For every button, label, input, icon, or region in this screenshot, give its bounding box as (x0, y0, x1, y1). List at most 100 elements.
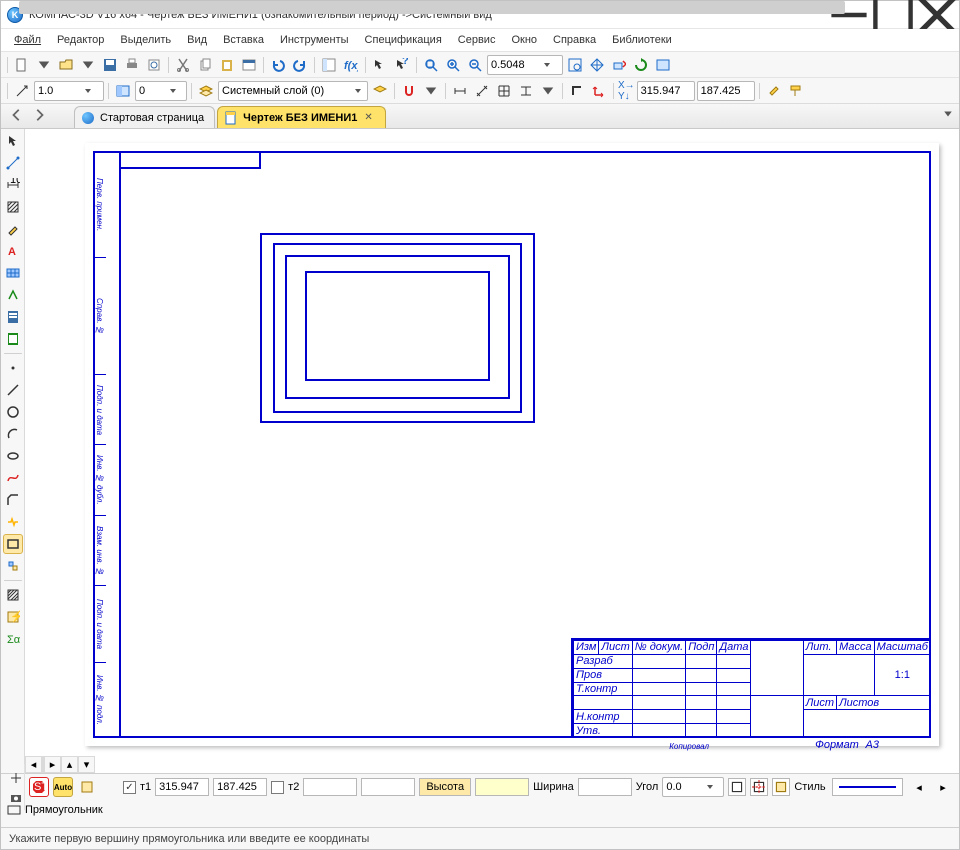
layer-combo[interactable]: Системный слой (0) (218, 81, 368, 101)
text-tool[interactable]: A (3, 241, 23, 261)
redraw-button[interactable] (631, 55, 651, 75)
print-button[interactable] (122, 55, 142, 75)
param-tool[interactable]: Σα (3, 629, 23, 649)
drawing-canvas[interactable]: Перв. примен. Справ. № Подп. и дата Инв.… (25, 129, 959, 756)
t2-y-input[interactable] (361, 778, 415, 796)
stop-button[interactable]: STOP (29, 777, 49, 797)
coord-x-field[interactable] (637, 81, 695, 101)
coords-dropdown[interactable] (538, 81, 558, 101)
redo-button[interactable] (290, 55, 310, 75)
help-context-button[interactable]: ? (392, 55, 412, 75)
tab-drawing[interactable]: Чертеж БЕЗ ИМЕНИ1 ✕ (217, 106, 386, 128)
paste-button[interactable] (217, 55, 237, 75)
copy-button[interactable] (195, 55, 215, 75)
display-mode-button[interactable] (653, 55, 673, 75)
new-button[interactable] (12, 55, 32, 75)
horizontal-scrollbar[interactable]: ◂ ▸ ▴ ▾ (25, 756, 959, 773)
menu-window[interactable]: Окно (504, 32, 544, 48)
style-combo[interactable] (832, 778, 903, 796)
arrow-tool[interactable] (370, 55, 390, 75)
zoom-in-button[interactable] (443, 55, 463, 75)
menu-tools[interactable]: Инструменты (273, 32, 356, 48)
scroll-left-button[interactable]: ◂ (25, 756, 42, 773)
width-input[interactable] (578, 778, 632, 796)
table-tool[interactable] (3, 263, 23, 283)
chevron-down-icon[interactable] (167, 87, 179, 95)
t2-check[interactable] (271, 781, 284, 794)
open-button[interactable] (56, 55, 76, 75)
dim-align-button[interactable] (472, 81, 492, 101)
cut-button[interactable] (173, 55, 193, 75)
coords-sys-button[interactable] (589, 81, 609, 101)
rough-tool[interactable] (3, 285, 23, 305)
t1-check[interactable] (123, 781, 136, 794)
menu-spec[interactable]: Спецификация (358, 32, 449, 48)
ellipse-tool[interactable] (3, 446, 23, 466)
angle-combo[interactable] (662, 777, 724, 797)
auto-button[interactable]: Auto (53, 777, 73, 797)
sketch-geom-tool[interactable] (3, 153, 23, 173)
tab-start-page[interactable]: Стартовая страница (74, 106, 215, 128)
tabs-menu-button[interactable] (943, 109, 953, 122)
report-tool[interactable] (3, 329, 23, 349)
dim-linear-button[interactable] (450, 81, 470, 101)
new-dropdown[interactable] (34, 55, 54, 75)
chamfer-tool[interactable] (3, 490, 23, 510)
chevron-down-icon[interactable] (541, 61, 553, 69)
close-button[interactable] (915, 1, 959, 28)
scale-mode-button[interactable] (12, 81, 32, 101)
arc-tool[interactable] (3, 424, 23, 444)
menu-file[interactable]: Файл (7, 32, 48, 48)
scale-combo[interactable] (34, 81, 104, 101)
zoom-combo[interactable] (487, 55, 563, 75)
menu-select[interactable]: Выделить (113, 32, 178, 48)
properties-button[interactable] (239, 55, 259, 75)
zoom-fit-button[interactable] (421, 55, 441, 75)
zoom-prev-button[interactable] (609, 55, 629, 75)
assembly-tool[interactable] (3, 556, 23, 576)
scroll-down-button[interactable]: ▾ (78, 756, 95, 773)
hatch-tool[interactable] (3, 197, 23, 217)
t2-x-input[interactable] (303, 778, 357, 796)
zoom-window-button[interactable] (565, 55, 585, 75)
t1-x-input[interactable] (155, 778, 209, 796)
state-combo[interactable] (135, 81, 187, 101)
tab-scroll-left[interactable] (7, 105, 27, 125)
state-input[interactable] (139, 83, 165, 99)
input-mode-button[interactable] (77, 777, 97, 797)
scale-input[interactable] (38, 83, 80, 99)
break-tool[interactable] (3, 512, 23, 532)
menu-help[interactable]: Справка (546, 32, 603, 48)
tab-scroll-right[interactable] (29, 105, 49, 125)
spline-tool[interactable] (3, 468, 23, 488)
layer-manager-button[interactable] (370, 81, 390, 101)
height-input[interactable] (475, 778, 529, 796)
snap-dropdown[interactable] (421, 81, 441, 101)
grid-button[interactable] (494, 81, 514, 101)
chevron-down-icon[interactable] (352, 87, 364, 95)
views-button[interactable] (113, 81, 133, 101)
angle-input[interactable] (666, 779, 702, 795)
dimension-tool[interactable]: 10 (3, 175, 23, 195)
ortho-button[interactable] (567, 81, 587, 101)
menu-view[interactable]: Вид (180, 32, 214, 48)
menu-editor[interactable]: Редактор (50, 32, 111, 48)
rectangle-tool[interactable] (3, 534, 23, 554)
select-tool[interactable] (3, 131, 23, 151)
zoom-out-button[interactable] (465, 55, 485, 75)
pan-button[interactable] (587, 55, 607, 75)
dim-button2[interactable] (516, 81, 536, 101)
menu-insert[interactable]: Вставка (216, 32, 271, 48)
scroll-right-small[interactable]: ▸ (933, 777, 953, 797)
t1-y-input[interactable] (213, 778, 267, 796)
coord-y-input[interactable] (701, 83, 751, 99)
preview-button[interactable] (144, 55, 164, 75)
chevron-down-icon[interactable] (704, 783, 716, 791)
poly-off-button[interactable] (772, 778, 790, 796)
axis-off-button[interactable] (728, 778, 746, 796)
scroll-up-button[interactable]: ▴ (61, 756, 78, 773)
macro-tool[interactable]: ⚡ (3, 607, 23, 627)
save-button[interactable] (100, 55, 120, 75)
menu-service[interactable]: Сервис (451, 32, 503, 48)
hatch-fill-tool[interactable] (3, 585, 23, 605)
